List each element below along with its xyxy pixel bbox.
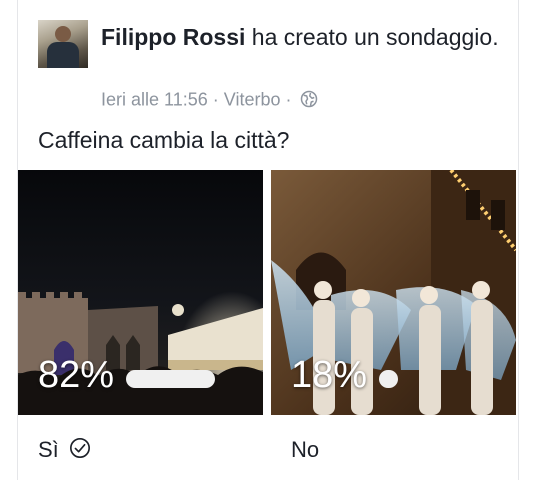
poll-option-percent: 18% [291,354,368,396]
author-avatar[interactable] [38,20,88,68]
poll-option-percent: 82% [38,354,115,396]
post-meta: Ieri alle 11:56 · Viterbo · [101,86,318,111]
poll-option-label-no[interactable]: No [291,437,319,463]
poll-option-label-si[interactable]: Sì [38,437,59,463]
poll-post-card: Filippo Rossi ha creato un sondaggio. Ie… [17,0,519,480]
avatar-body [47,42,79,68]
post-headline: Filippo Rossi ha creato un sondaggio. [101,22,501,52]
check-circle-icon [70,438,90,458]
post-location[interactable]: Viterbo [224,89,281,109]
poll-result-bar [126,370,215,388]
poll-result-bar [379,370,398,388]
poll-question: Caffeina cambia la città? [38,127,290,153]
meta-separator: · [285,89,292,110]
post-timestamp[interactable]: Ieri alle 11:56 [101,89,208,109]
poll-option-image-no[interactable]: 18% [271,170,516,415]
avatar-head [55,26,71,42]
author-name-link[interactable]: Filippo Rossi [101,24,245,50]
globe-icon[interactable] [300,90,318,108]
poll-option-image-si[interactable]: 82% [18,170,263,415]
post-action-text: ha creato un sondaggio. [245,24,499,50]
meta-separator: · [212,89,219,110]
